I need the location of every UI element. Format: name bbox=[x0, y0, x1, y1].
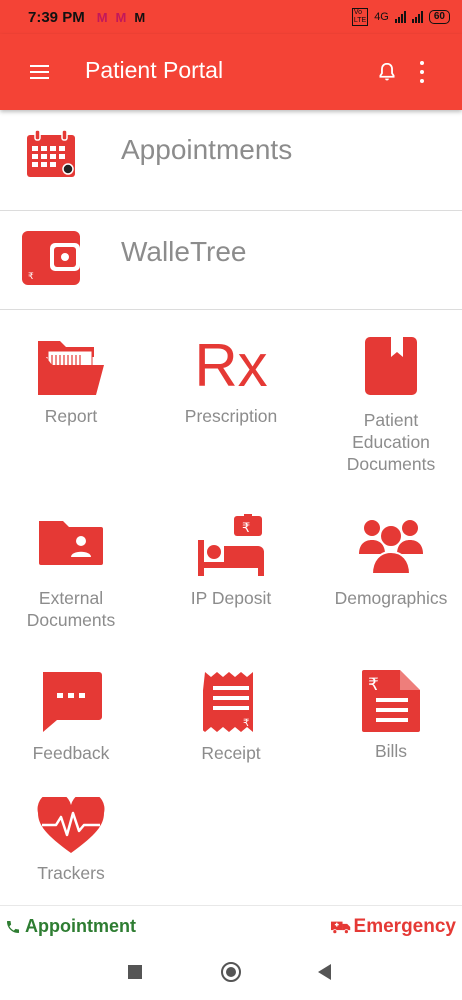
emergency-label: Emergency bbox=[353, 916, 456, 937]
tile-patient-education-documents[interactable]: Patient Education Documents bbox=[314, 335, 462, 475]
tile-label: Receipt bbox=[201, 743, 261, 763]
ambulance-icon bbox=[330, 921, 350, 934]
status-indicators: Vo LTE 4G 60 bbox=[351, 8, 450, 26]
signal-icon bbox=[394, 11, 406, 23]
status-bar: 7:39 PM M M M Vo LTE 4G 60 bbox=[0, 0, 462, 34]
heart-pulse-icon bbox=[37, 797, 105, 853]
page-title: Patient Portal bbox=[85, 57, 224, 83]
tile-ip-deposit[interactable]: ₹ IP Deposit bbox=[154, 514, 308, 609]
appointment-button[interactable]: Appointment bbox=[5, 916, 136, 937]
tile-label: Trackers bbox=[37, 863, 105, 883]
svg-text:₹: ₹ bbox=[28, 272, 34, 282]
notification-icons: M M M bbox=[97, 10, 146, 25]
tile-feedback[interactable]: Feedback bbox=[0, 670, 148, 764]
bottom-action-bar: Appointment Emergency bbox=[0, 905, 462, 947]
svg-text:₹: ₹ bbox=[243, 718, 249, 729]
tile-receipt[interactable]: ₹ Receipt bbox=[154, 670, 308, 764]
people-group-icon bbox=[359, 520, 423, 575]
appointment-label: Appointment bbox=[25, 916, 136, 936]
back-icon[interactable] bbox=[318, 964, 331, 980]
status-time: 7:39 PM bbox=[28, 8, 85, 26]
system-nav-bar bbox=[0, 947, 462, 1000]
folder-person-icon bbox=[39, 521, 103, 565]
hospital-bed-icon: ₹ bbox=[198, 514, 264, 576]
svg-text:₹: ₹ bbox=[368, 675, 379, 695]
svg-text:₹: ₹ bbox=[242, 521, 250, 536]
tile-label: Patient Education Documents bbox=[346, 410, 436, 474]
rx-icon: Rx bbox=[194, 332, 268, 399]
recent-apps-icon[interactable] bbox=[128, 965, 142, 979]
tile-label: External Documents bbox=[26, 588, 116, 630]
list-item-walletree[interactable]: ₹ WalleTree bbox=[0, 211, 462, 310]
network-type: 4G bbox=[374, 11, 389, 23]
tile-label: Bills bbox=[374, 741, 408, 761]
list-item-appointments[interactable]: Appointments bbox=[0, 110, 462, 211]
tile-label: Demographics bbox=[334, 588, 448, 608]
tile-label: Feedback bbox=[32, 743, 110, 763]
tile-prescription[interactable]: Rx Prescription bbox=[154, 335, 308, 427]
notification-app-icon: M bbox=[134, 9, 146, 25]
home-icon[interactable] bbox=[221, 962, 241, 982]
more-vert-icon[interactable] bbox=[416, 61, 428, 83]
appointments-label: Appointments bbox=[121, 134, 293, 165]
tile-external-documents[interactable]: External Documents bbox=[0, 517, 148, 631]
tile-bills[interactable]: ₹ Bills bbox=[314, 668, 462, 762]
tile-report[interactable]: Report bbox=[0, 335, 148, 427]
bell-icon[interactable] bbox=[376, 60, 398, 84]
battery-icon: 60 bbox=[428, 10, 450, 24]
emergency-button[interactable]: Emergency bbox=[330, 916, 456, 938]
tile-label: IP Deposit bbox=[190, 588, 272, 608]
phone-icon bbox=[7, 920, 19, 933]
app-bar: Patient Portal bbox=[0, 34, 462, 110]
notification-app-icon: M bbox=[96, 9, 108, 25]
calendar-icon bbox=[27, 129, 75, 177]
bill-document-icon: ₹ bbox=[362, 670, 420, 732]
volte-icon: Vo LTE bbox=[351, 8, 369, 26]
walletree-label: WalleTree bbox=[121, 236, 247, 267]
tile-label: Report bbox=[44, 406, 98, 426]
hamburger-menu-icon[interactable] bbox=[30, 65, 49, 79]
book-icon bbox=[365, 337, 417, 395]
chat-bubble-icon bbox=[43, 672, 102, 732]
notification-app-icon: M bbox=[115, 9, 127, 25]
receipt-icon: ₹ bbox=[203, 672, 253, 732]
wallet-icon: ₹ bbox=[22, 231, 80, 285]
tile-demographics[interactable]: Demographics bbox=[314, 514, 462, 609]
tile-trackers[interactable]: Trackers bbox=[0, 797, 148, 884]
folder-open-icon bbox=[38, 341, 104, 395]
signal-icon bbox=[411, 11, 423, 23]
tile-label: Prescription bbox=[184, 406, 278, 426]
